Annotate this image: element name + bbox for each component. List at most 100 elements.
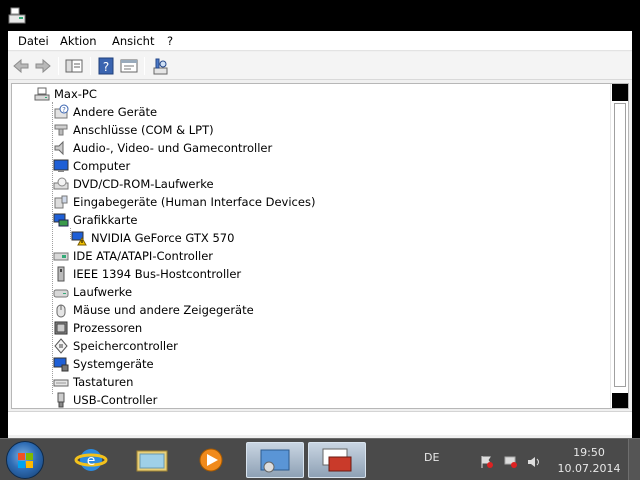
explorer-icon [136, 450, 168, 472]
tree-item-usb-controller[interactable]: USB-Controller [53, 391, 158, 408]
clock-date[interactable]: 10.07.2014 [556, 462, 622, 475]
window-client-area: Datei Aktion Ansicht ? ? Max-PC ? Andere… [8, 31, 632, 438]
tree-item-ide[interactable]: IDE ATA/ATAPI-Controller [53, 247, 213, 265]
tree-item-anschluesse[interactable]: Anschlüsse (COM & LPT) [53, 121, 214, 139]
tree-item-label: Andere Geräte [73, 105, 158, 119]
properties-icon[interactable] [119, 56, 139, 76]
toolbar-separator [58, 57, 59, 75]
usb-icon [57, 392, 65, 408]
action-center-flag-icon[interactable] [480, 455, 494, 469]
taskbar-explorer[interactable] [122, 442, 180, 478]
device-manager-window: Datei Aktion Ansicht ? ? Max-PC ? Andere… [0, 0, 640, 438]
toolbar-separator [144, 57, 145, 75]
network-icon[interactable] [504, 455, 518, 469]
toolbar: ? [8, 52, 632, 80]
tree-item-label: Systemgeräte [73, 357, 154, 371]
tree-item-label: USB-Controller [73, 393, 158, 407]
svg-text:e: e [87, 453, 96, 469]
tree-item-prozessoren[interactable]: Prozessoren [53, 319, 142, 337]
tree-item-label: Grafikkarte [73, 213, 138, 227]
processor-icon [54, 321, 68, 335]
menu-datei[interactable]: Datei [18, 34, 49, 49]
tree-item-label: Tastaturen [73, 375, 134, 389]
svg-text:?: ? [103, 60, 109, 74]
scan-hardware-icon[interactable] [150, 56, 170, 76]
taskbar-device-manager[interactable] [308, 442, 366, 478]
tree-item-grafikkarte[interactable]: Grafikkarte [53, 211, 137, 229]
scroll-thumb[interactable] [614, 103, 626, 387]
monitor-icon [53, 159, 69, 172]
clock-time[interactable]: 19:50 [566, 446, 612, 459]
scroll-up-button[interactable] [612, 84, 628, 101]
taskbar-media-player[interactable] [182, 442, 240, 478]
media-player-icon [199, 448, 223, 472]
tree-item-ieee1394[interactable]: IEEE 1394 Bus-Hostcontroller [53, 265, 241, 283]
show-hide-console-tree-icon[interactable] [64, 56, 84, 76]
taskbar-internet-explorer[interactable]: e [62, 442, 120, 478]
unknown-device-icon: ? [54, 104, 69, 119]
tree-item-nvidia-geforce[interactable]: NVIDIA GeForce GTX 570 [71, 229, 234, 247]
tree-item-label: DVD/CD-ROM-Laufwerke [73, 177, 214, 191]
display-adapter-icon [53, 213, 69, 227]
start-button[interactable] [6, 441, 44, 479]
taskbar: e DE 19:50 10.07.2014 [0, 438, 640, 480]
tree-item-label: Laufwerke [73, 285, 133, 299]
tree-item-tastaturen[interactable]: Tastaturen [53, 373, 133, 391]
tree-item-label: IEEE 1394 Bus-Hostcontroller [73, 267, 242, 281]
menu-bar: Datei Aktion Ansicht ? [8, 31, 632, 51]
tree-root-label: Max-PC [54, 87, 97, 101]
tree-item-andere-geraete[interactable]: ? Andere Geräte [53, 103, 157, 121]
menu-ansicht[interactable]: Ansicht [112, 34, 154, 49]
help-icon[interactable]: ? [96, 56, 116, 76]
taskbar-control-panel[interactable] [246, 442, 304, 478]
tree-root-max-pc[interactable]: Max-PC [34, 85, 97, 103]
keyboard-icon [53, 379, 69, 387]
scroll-down-button[interactable] [612, 393, 628, 408]
tree-item-audio[interactable]: Audio-, Video- und Gamecontroller [53, 139, 272, 157]
menu-aktion[interactable]: Aktion [60, 34, 97, 49]
tree-item-label: Anschlüsse (COM & LPT) [73, 123, 214, 137]
menu-help[interactable]: ? [167, 34, 173, 49]
language-indicator[interactable]: DE [424, 451, 439, 464]
tree-item-label: Audio-, Video- und Gamecontroller [73, 141, 273, 155]
tree-item-systemgeraete[interactable]: Systemgeräte [53, 355, 154, 373]
status-bar [8, 411, 632, 435]
port-icon [54, 124, 68, 136]
system-device-icon [53, 357, 69, 372]
display-adapter-warning-icon [71, 231, 87, 246]
show-desktop-button[interactable] [628, 439, 640, 480]
windows-logo-icon [18, 453, 33, 468]
speaker-icon [54, 140, 64, 156]
tree-item-speichercontroller[interactable]: Speichercontroller [53, 337, 178, 355]
title-bar[interactable] [0, 0, 640, 31]
back-arrow-icon[interactable] [11, 56, 31, 76]
mouse-icon [56, 304, 66, 318]
device-tree: Max-PC ? Andere Geräte Anschlüsse (COM &… [12, 84, 612, 408]
tree-item-label: Prozessoren [73, 321, 143, 335]
control-panel-icon [260, 449, 290, 473]
tree-item-label: Speichercontroller [73, 339, 178, 353]
optical-drive-icon [53, 177, 69, 190]
tree-item-label: Computer [73, 159, 131, 173]
ide-controller-icon [53, 252, 69, 261]
device-manager-icon [322, 448, 352, 472]
tree-item-label: NVIDIA GeForce GTX 570 [91, 231, 235, 245]
firewire-icon [57, 266, 65, 282]
internet-explorer-icon: e [74, 449, 108, 471]
tree-item-laufwerke[interactable]: Laufwerke [53, 283, 132, 301]
tree-item-computer[interactable]: Computer [53, 157, 130, 175]
vertical-scrollbar[interactable] [610, 84, 628, 408]
tree-item-label: Mäuse und andere Zeigegeräte [73, 303, 254, 317]
tree-item-maeuse[interactable]: Mäuse und andere Zeigegeräte [53, 301, 254, 319]
disk-drive-icon [53, 289, 69, 298]
toolbar-separator [90, 57, 91, 75]
volume-icon[interactable] [527, 455, 541, 469]
tree-item-label: IDE ATA/ATAPI-Controller [73, 249, 214, 263]
computer-icon [34, 87, 50, 101]
tree-item-label: Eingabegeräte (Human Interface Devices) [73, 195, 316, 209]
tree-item-eingabegeraete[interactable]: Eingabegeräte (Human Interface Devices) [53, 193, 315, 211]
tree-item-dvd[interactable]: DVD/CD-ROM-Laufwerke [53, 175, 214, 193]
device-tree-panel: Max-PC ? Andere Geräte Anschlüsse (COM &… [11, 83, 629, 409]
storage-controller-icon [54, 338, 68, 354]
forward-arrow-icon[interactable] [33, 56, 53, 76]
